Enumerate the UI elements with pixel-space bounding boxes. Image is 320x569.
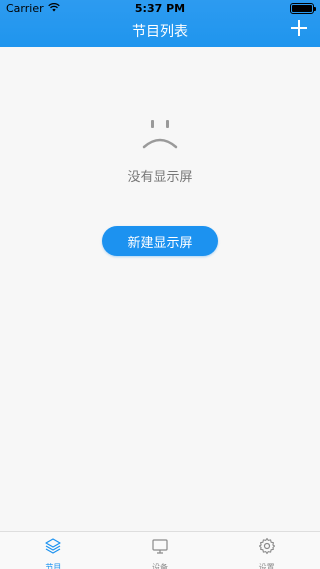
tab-label: 节目 [45, 563, 62, 569]
layers-icon [44, 537, 62, 559]
tab-settings[interactable]: 设置 [213, 532, 320, 569]
tab-bar: 节目 设备 设置 [0, 531, 320, 569]
page-title: 节目列表 [132, 24, 188, 40]
empty-message: 没有显示屏 [127, 170, 193, 185]
battery-icon [290, 3, 316, 14]
status-bar: Carrier 5:37 PM [0, 0, 320, 16]
tab-label: 设置 [258, 563, 275, 569]
status-time: 5:37 PM [134, 2, 186, 15]
app-header: Carrier 5:37 PM 节目列表 [0, 0, 320, 47]
create-display-button[interactable]: 新建显示屏 [102, 226, 218, 256]
tab-label: 设备 [152, 563, 168, 569]
tab-programs[interactable]: 节目 [0, 532, 107, 569]
monitor-icon [151, 537, 169, 559]
plus-icon[interactable] [290, 19, 308, 37]
tab-devices[interactable]: 设备 [107, 532, 214, 569]
sad-face-icon [140, 112, 180, 152]
gear-icon [258, 537, 276, 559]
